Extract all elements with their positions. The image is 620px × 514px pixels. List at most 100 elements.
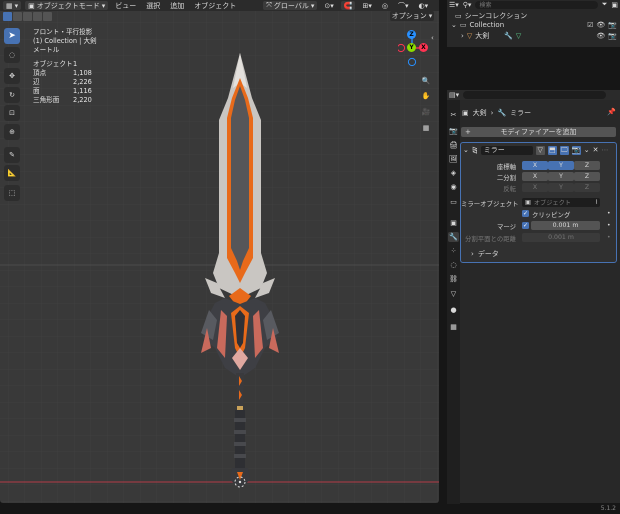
scene-collection-row[interactable]: ▭ シーンコレクション [455,11,527,21]
keyframe-dot-icon[interactable]: • [607,210,611,217]
select-invert-icon[interactable] [33,12,42,21]
render-camera-icon[interactable]: 📷 [608,21,617,29]
pin-icon[interactable]: 📌 [607,108,616,116]
gizmo-y-axis[interactable]: Y [407,43,416,52]
collection-tab-icon[interactable]: ▭ [448,197,459,207]
zoom-icon[interactable]: 🔍 [419,74,433,88]
falloff-icon[interactable]: ⌒▾ [395,1,412,10]
sword-model[interactable] [195,48,290,500]
outliner-search-input[interactable]: 検索 [475,0,598,9]
keyframe-dot-icon[interactable]: • [607,222,611,229]
render-tab-icon[interactable]: 📷 [448,126,459,136]
physics-tab-icon[interactable]: ◌ [448,260,459,270]
gizmo-x-axis[interactable]: X [419,43,428,52]
menu-view[interactable]: ビュー [112,1,139,11]
proportional-edit-icon[interactable]: ◎ [379,1,391,10]
on-cage-toggle-icon[interactable]: ⬒ [547,145,557,155]
mirror-object-field[interactable]: ▣ オブジェクト ⌇ [522,198,600,207]
render-camera-icon[interactable]: 📷 [608,32,617,40]
properties-editor-icon[interactable]: ▤▾ [449,91,459,99]
new-collection-icon[interactable]: ▣ [611,1,618,9]
transform-orientation-selector[interactable]: ⤧ グローバル ▾ [263,1,318,10]
modifier-menu-icon[interactable]: ⌄ [584,146,590,154]
scene-tab-icon[interactable]: ◈ [448,168,459,178]
properties-search-input[interactable] [463,91,606,99]
tool-tab-icon[interactable]: ✂ [448,110,459,120]
world-tab-icon[interactable]: ◉ [448,182,459,192]
select-box-tool[interactable]: ➤ [4,28,20,44]
viewport-toggle-icon[interactable]: 🖵 [559,145,569,155]
select-extend-icon[interactable] [13,12,22,21]
snap-icon[interactable]: 🧲 [340,1,356,10]
pan-hand-icon[interactable]: ✋ [419,89,433,103]
pivot-icon[interactable]: ⊙▾ [321,1,336,10]
flip-y-toggle[interactable]: Y [548,183,574,192]
add-cube-tool[interactable]: ⬚ [4,185,20,201]
menu-add[interactable]: 追加 [167,1,187,11]
axis-y-toggle[interactable]: Y [548,161,574,170]
menu-object[interactable]: オブジェクト [191,1,239,11]
overlay-icon[interactable]: ◐▾ [415,1,431,10]
flip-z-toggle[interactable]: Z [574,183,600,192]
bisect-z-toggle[interactable]: Z [574,172,600,181]
eye-icon[interactable]: 👁 [596,21,605,29]
flip-x-toggle[interactable]: X [522,183,548,192]
keyframe-dot-icon[interactable]: • [607,234,611,241]
eyedropper-icon[interactable]: ⌇ [595,199,598,206]
transform-tool[interactable]: ⊕ [4,124,20,140]
texture-tab-icon[interactable]: ▦ [448,322,459,332]
collapse-icon[interactable]: ⌄ [463,146,469,154]
object-row[interactable]: › ▽ 大剣 🔧 ▽ 👁 📷 [461,31,617,41]
collapse-sidebar-icon[interactable]: ‹ [431,34,434,42]
cursor-tool[interactable]: ◌ [4,47,20,63]
editor-type-button[interactable]: ▦ ▾ [3,1,22,10]
filter-icon[interactable]: ⚲▾ [463,1,472,9]
edit-mode-toggle-icon[interactable]: ▽ [535,145,545,155]
constraints-tab-icon[interactable]: ⛓ [448,274,459,284]
axis-x-toggle[interactable]: X [522,161,548,170]
modifier-tab-icon[interactable]: 🔧 [448,232,459,242]
output-tab-icon[interactable]: 🖨 [448,140,459,150]
material-tab-icon[interactable]: ● [448,305,459,315]
select-new-icon[interactable] [3,12,12,21]
gizmo-z-axis[interactable]: Z [407,30,416,39]
snap-target-icon[interactable]: ⊞▾ [359,1,374,10]
select-subtract-icon[interactable] [23,12,32,21]
menu-select[interactable]: 選択 [143,1,163,11]
eye-icon[interactable]: 👁 [596,32,605,40]
axis-z-toggle[interactable]: Z [574,161,600,170]
collection-row[interactable]: ⌄ ▭ Collection ☑ 👁 📷 [451,21,617,29]
move-tool[interactable]: ✥ [4,68,20,84]
annotate-tool[interactable]: ✎ [4,147,20,163]
camera-view-icon[interactable]: 🎥 [419,105,433,119]
expand-arrow-icon[interactable]: ⌄ [451,21,457,29]
options-dropdown[interactable]: オプション ▾ [390,11,434,21]
view-layer-tab-icon[interactable]: 🖼 [448,154,459,164]
measure-tool[interactable]: 📐 [4,165,20,181]
delete-modifier-icon[interactable]: ✕ [593,146,599,154]
outliner-editor-icon[interactable]: ☰▾ [449,1,459,9]
exclude-checkbox-icon[interactable]: ☑ [587,21,593,29]
scale-tool[interactable]: ⊡ [4,105,20,121]
merge-checkbox[interactable]: ✓ [522,222,529,229]
merge-distance-field[interactable]: 0.001 m [531,221,600,230]
select-intersect-icon[interactable] [43,12,52,21]
modifier-name-field[interactable]: ミラー [480,145,533,155]
clipping-checkbox[interactable]: ✓ [522,210,529,217]
mode-selector[interactable]: ▣ オブジェクトモード ▾ [25,1,109,10]
bisect-y-toggle[interactable]: Y [548,172,574,181]
render-toggle-icon[interactable]: 📷 [571,145,581,155]
particles-tab-icon[interactable]: ⁘ [448,246,459,256]
add-modifier-button[interactable]: + モディファイアーを追加 [461,127,616,137]
expand-arrow-icon[interactable]: › [461,32,464,40]
perspective-grid-icon[interactable]: ▦ [419,121,433,135]
funnel-icon[interactable]: ⏷ [602,0,608,9]
rotate-tool[interactable]: ↻ [4,87,20,103]
data-subpanel-header[interactable]: › データ [471,249,499,259]
bisect-distance-field[interactable]: 0.001 m [522,233,600,242]
data-tab-icon[interactable]: ▽ [448,289,459,299]
drag-handle-icon[interactable]: ⋯ [602,146,609,154]
bisect-x-toggle[interactable]: X [522,172,548,181]
object-tab-icon[interactable]: ▣ [448,218,459,228]
3d-cursor-icon[interactable] [233,475,247,489]
